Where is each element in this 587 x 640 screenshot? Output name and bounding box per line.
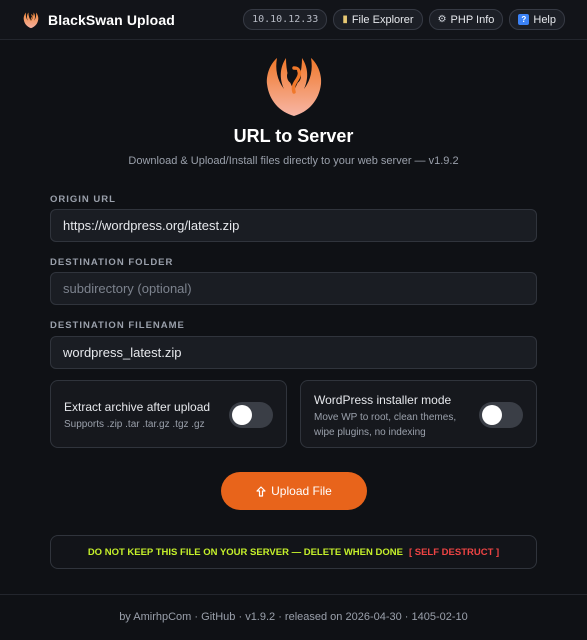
warning-banner: DO NOT KEEP THIS FILE ON YOUR SERVER — D… [50, 535, 537, 569]
self-destruct-link[interactable]: [ SELF DESTRUCT ] [409, 547, 499, 558]
wp-installer-desc-line1: Move WP to root, clean themes, [314, 412, 457, 423]
wp-installer-toggle[interactable] [479, 402, 523, 428]
destination-folder-input[interactable] [50, 272, 537, 305]
top-navbar: BlackSwan Upload 10.10.12.33 ▮ File Expl… [0, 0, 587, 40]
wp-installer-option-card: WordPress installer mode Move WP to root… [300, 380, 537, 448]
destination-folder-label: DESTINATION FOLDER [50, 257, 174, 268]
gear-icon: ⚙ [437, 13, 447, 25]
destination-filename-label: DESTINATION FILENAME [50, 320, 185, 331]
nav-links: 10.10.12.33 ▮ File Explorer ⚙ PHP Info ?… [243, 9, 565, 30]
github-link[interactable]: GitHub [201, 611, 235, 623]
page-title: URL to Server [233, 126, 354, 146]
folder-icon: ▮ [342, 13, 348, 25]
destination-filename-input[interactable] [50, 336, 537, 369]
extract-option-desc: Supports .zip .tar .tar.gz .tgz .gz [64, 419, 205, 430]
brand[interactable]: BlackSwan Upload [22, 9, 175, 31]
help-label: Help [533, 13, 556, 26]
footer-separator: · [194, 611, 199, 623]
author-link[interactable]: AmirhpCom [133, 611, 191, 623]
swan-icon [266, 58, 322, 116]
app-name: BlackSwan Upload [48, 12, 175, 28]
origin-url-label: ORIGIN URL [50, 194, 116, 205]
page-subtitle: Download & Upload/Install files directly… [128, 155, 459, 167]
extract-option-card: Extract archive after upload Supports .z… [50, 380, 287, 448]
toggle-knob [232, 405, 252, 425]
wp-installer-desc-line2: wipe plugins, no indexing [314, 427, 426, 438]
extract-toggle[interactable] [229, 402, 273, 428]
warning-text: DO NOT KEEP THIS FILE ON YOUR SERVER — D… [87, 546, 403, 558]
server-ip-badge: 10.10.12.33 [243, 9, 328, 30]
release-info: v1.9.2 · released on 2026-04-30 · 1405-0… [245, 611, 468, 623]
origin-url-input[interactable] [50, 209, 537, 242]
server-ip: 10.10.12.33 [252, 14, 319, 25]
upload-file-label: Upload File [271, 484, 332, 498]
toggle-knob [482, 405, 502, 425]
file-explorer-button[interactable]: ▮ File Explorer [333, 9, 423, 30]
swan-logo-icon [23, 12, 39, 29]
footer-divider [0, 594, 587, 595]
help-button[interactable]: ? Help [509, 9, 565, 30]
extract-option-title: Extract archive after upload [64, 400, 211, 414]
footer: by AmirhpCom · GitHub · v1.9.2 · release… [0, 611, 587, 623]
php-info-label: PHP Info [450, 13, 495, 26]
wp-installer-title: WordPress installer mode [314, 393, 452, 407]
file-explorer-label: File Explorer [351, 13, 414, 26]
footer-prefix: by [119, 611, 131, 623]
php-info-button[interactable]: ⚙ PHP Info [428, 9, 504, 30]
footer-separator: · [238, 611, 243, 623]
question-icon: ? [518, 14, 530, 25]
upload-arrow-icon [256, 485, 266, 497]
upload-file-button[interactable]: Upload File [221, 472, 367, 510]
